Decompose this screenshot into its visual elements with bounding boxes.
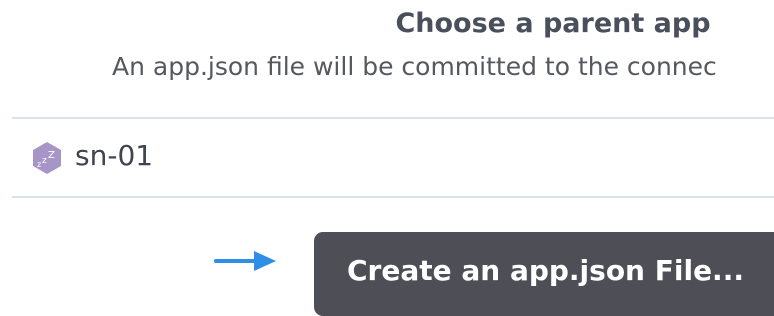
app-list-item[interactable]: z z Z sn-01 (12, 119, 774, 196)
svg-text:Z: Z (48, 150, 55, 161)
page-subtitle: An app.json file will be committed to th… (112, 52, 717, 81)
app-name-label: sn-01 (75, 139, 154, 172)
create-app-json-button[interactable]: Create an app.json File... (314, 232, 774, 316)
svg-text:z: z (37, 160, 41, 169)
list-divider-bottom (12, 196, 774, 198)
arrow-right-icon (214, 248, 278, 274)
sleeping-dyno-icon: z z Z (31, 141, 63, 175)
page-title: Choose a parent app (395, 8, 711, 39)
svg-text:z: z (42, 156, 47, 166)
